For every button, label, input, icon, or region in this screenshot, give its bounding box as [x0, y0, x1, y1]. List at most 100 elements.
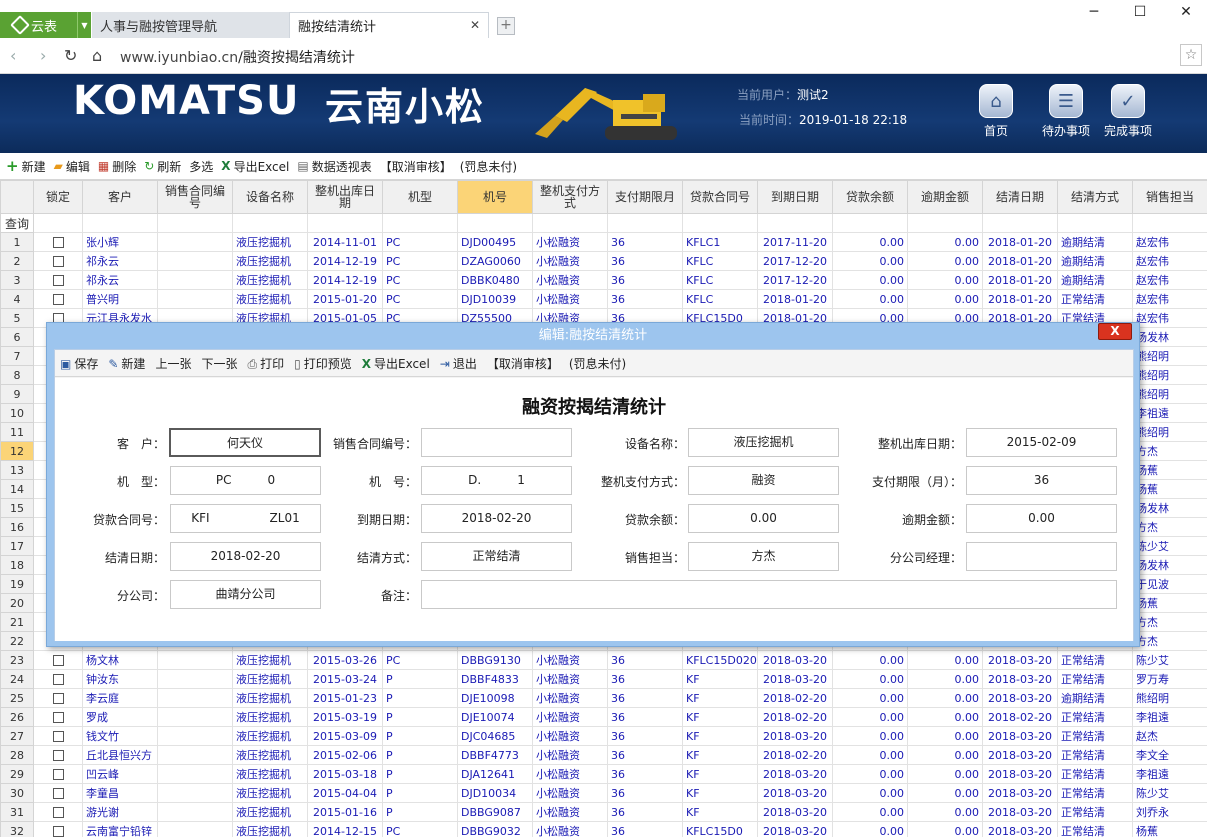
row-number[interactable]: 26	[0, 707, 34, 727]
column-header[interactable]: 贷款余额	[832, 180, 908, 214]
table-row[interactable]: 25 李云庭 液压挖掘机 2015-01-23 P DJE10098 小松融资 36 KF 201…	[0, 688, 1207, 708]
table-row[interactable]: 26 罗成 液压挖掘机 2015-03-19 P DJE10074 小松融资 36 KF 2018…	[0, 707, 1207, 727]
query-filter-cell[interactable]	[907, 213, 983, 233]
dialog-export-excel-button[interactable]: X 导出Excel	[362, 355, 430, 372]
row-number[interactable]: 20	[0, 593, 34, 613]
serial-field[interactable]: D. 1	[421, 466, 572, 495]
column-header[interactable]: 整机支付方式	[532, 180, 608, 214]
term-field[interactable]: 36	[966, 466, 1117, 495]
lock-checkbox[interactable]	[52, 788, 64, 799]
penalty-unpaid-button[interactable]: (罚息未付)	[460, 158, 517, 175]
row-number[interactable]: 12	[0, 441, 34, 461]
row-number[interactable]: 21	[0, 612, 34, 632]
lock-checkbox[interactable]	[52, 275, 64, 286]
query-filter-cell[interactable]	[382, 213, 458, 233]
minimize-icon[interactable]: ─	[1082, 4, 1106, 24]
dialog-new-button[interactable]: ✎ 新建	[108, 355, 145, 372]
lock-checkbox[interactable]	[52, 237, 64, 248]
model-field[interactable]: PC 0	[170, 466, 321, 495]
settle-way-field[interactable]: 正常结清	[421, 542, 572, 571]
row-number[interactable]: 18	[0, 555, 34, 575]
window-close-icon[interactable]: ✕	[1174, 4, 1198, 24]
lock-checkbox[interactable]	[52, 674, 64, 685]
row-number[interactable]: 3	[0, 270, 34, 290]
query-filter-cell[interactable]	[82, 213, 158, 233]
column-header[interactable]: 机型	[382, 180, 458, 214]
row-number[interactable]: 24	[0, 669, 34, 689]
table-row[interactable]: 2 祁永云 液压挖掘机 2014-12-19 PC DZAG0060 小松融资 36 KFLC 2…	[0, 251, 1207, 271]
pivot-table-button[interactable]: ▤ 数据透视表	[297, 158, 371, 175]
row-number[interactable]: 4	[0, 289, 34, 309]
remark-field[interactable]	[421, 580, 1117, 609]
query-filter-cell[interactable]	[682, 213, 758, 233]
todo-button[interactable]: ☰ 待办事项	[1036, 84, 1096, 139]
app-brand-menu[interactable]: 云表 ▼	[0, 12, 91, 38]
branch-manager-field[interactable]	[966, 542, 1117, 571]
done-button[interactable]: ✓ 完成事项	[1098, 84, 1158, 139]
row-number[interactable]: 27	[0, 726, 34, 746]
table-row[interactable]: 31 游光谢 液压挖掘机 2015-01-16 P DBBG9087 小松融资 36 KF 201…	[0, 802, 1207, 822]
reload-icon[interactable]: ↻	[64, 46, 77, 65]
refresh-button[interactable]: ↻ 刷新	[144, 158, 181, 175]
column-header[interactable]: 销售合同编号	[157, 180, 233, 214]
table-row[interactable]: 32 云南富宁铅锌 液压挖掘机 2014-12-15 PC DBBG9032 小松融资 36 K…	[0, 821, 1207, 837]
forward-icon[interactable]: ›	[40, 46, 46, 65]
exit-button[interactable]: ⇥ 退出	[440, 355, 477, 372]
column-header[interactable]: 逾期金额	[907, 180, 983, 214]
export-excel-button[interactable]: X 导出Excel	[221, 158, 289, 175]
table-row[interactable]: 30 李童昌 液压挖掘机 2015-04-04 P DJD10034 小松融资 36 KF 201…	[0, 783, 1207, 803]
query-filter-cell[interactable]	[832, 213, 908, 233]
row-number[interactable]: 2	[0, 251, 34, 271]
table-row[interactable]: 23 杨文林 液压挖掘机 2015-03-26 PC DBBG9130 小松融资 36 KFLC…	[0, 650, 1207, 670]
lock-checkbox[interactable]	[52, 256, 64, 267]
lock-checkbox[interactable]	[52, 712, 64, 723]
customer-field[interactable]: 何天仪	[169, 428, 321, 457]
row-number[interactable]: 28	[0, 745, 34, 765]
table-row[interactable]: 28 丘北县恒兴方 液压挖掘机 2015-02-06 P DBBF4773 小松融资 36 KF…	[0, 745, 1207, 765]
query-filter-cell[interactable]	[307, 213, 383, 233]
column-header[interactable]: 锁定	[33, 180, 83, 214]
query-filter-cell[interactable]	[33, 213, 83, 233]
query-filter-cell[interactable]	[982, 213, 1058, 233]
save-button[interactable]: ▣ 保存	[60, 355, 98, 372]
row-number[interactable]: 30	[0, 783, 34, 803]
overdue-field[interactable]: 0.00	[966, 504, 1117, 533]
table-row[interactable]: 29 凹云峰 液压挖掘机 2015-03-18 P DJA12641 小松融资 36 KF 201…	[0, 764, 1207, 784]
query-filter-cell[interactable]	[157, 213, 233, 233]
row-number[interactable]: 31	[0, 802, 34, 822]
next-record-button[interactable]: 下一张	[201, 355, 237, 372]
pay-method-field[interactable]: 融资	[688, 466, 839, 495]
column-header[interactable]: 贷款合同号	[682, 180, 758, 214]
query-filter-cell[interactable]	[232, 213, 308, 233]
lock-checkbox[interactable]	[52, 731, 64, 742]
lock-checkbox[interactable]	[52, 693, 64, 704]
row-number[interactable]: 19	[0, 574, 34, 594]
out-date-field[interactable]: 2015-02-09	[966, 428, 1117, 457]
url-field[interactable]: www.iyunbiao.cn/融资按揭结清统计	[120, 47, 355, 67]
row-number[interactable]: 17	[0, 536, 34, 556]
row-number[interactable]: 8	[0, 365, 34, 385]
query-filter-cell[interactable]	[532, 213, 608, 233]
print-preview-button[interactable]: ▯ 打印预览	[294, 355, 352, 372]
branch-field[interactable]: 曲靖分公司	[170, 580, 321, 609]
query-filter-cell[interactable]	[1132, 213, 1207, 233]
row-number[interactable]: 22	[0, 631, 34, 651]
column-header[interactable]: 整机出库日期	[307, 180, 383, 214]
dialog-cancel-audit-button[interactable]: 【取消审核】	[487, 355, 559, 372]
query-filter-cell[interactable]	[757, 213, 833, 233]
row-number[interactable]: 32	[0, 821, 34, 837]
table-row[interactable]: 3 祁永云 液压挖掘机 2014-12-19 PC DBBK0480 小松融资 36 KFLC 2…	[0, 270, 1207, 290]
new-button[interactable]: + 新建	[6, 157, 46, 175]
device-field[interactable]: 液压挖掘机	[688, 428, 839, 457]
settle-date-field[interactable]: 2018-02-20	[170, 542, 321, 571]
column-header[interactable]: 支付期限月	[607, 180, 683, 214]
column-header[interactable]: 到期日期	[757, 180, 833, 214]
tab-navigation[interactable]: 人事与融按管理导航	[92, 12, 289, 38]
row-number[interactable]: 9	[0, 384, 34, 404]
column-header[interactable]: 客户	[82, 180, 158, 214]
table-row[interactable]: 24 钟汝东 液压挖掘机 2015-03-24 P DBBF4833 小松融资 36 KF 201…	[0, 669, 1207, 689]
bookmark-star-icon[interactable]: ☆	[1180, 44, 1202, 66]
column-header[interactable]: 结清日期	[982, 180, 1058, 214]
home-icon[interactable]: ⌂	[92, 46, 102, 65]
row-number[interactable]: 1	[0, 232, 34, 252]
